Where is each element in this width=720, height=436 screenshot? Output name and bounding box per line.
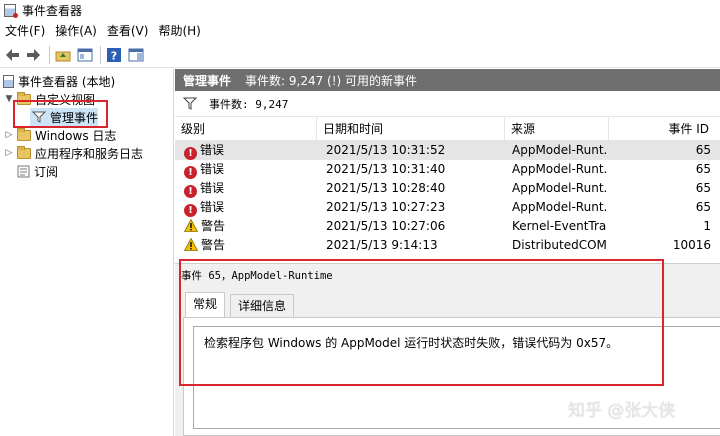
table-row[interactable]: 警告 2021/5/13 9:14:13 DistributedCOM 1001… [175,236,720,255]
folder-icon [17,127,31,141]
level-cell: 警告 [184,236,314,255]
table-row[interactable]: ! 错误 2021/5/13 10:27:23 AppModel-Runt... … [175,198,720,217]
table-row[interactable]: ! 错误 2021/5/13 10:31:52 AppModel-Runt... … [175,141,720,160]
chevron-right-icon[interactable]: ▷ [4,148,14,158]
forward-arrow-icon[interactable] [24,45,44,65]
source-cell: AppModel-Runt... [512,143,607,157]
tree-node-subscriptions[interactable]: 订阅 [17,162,58,180]
tree-node-windows-logs[interactable]: ▷ Windows 日志 [4,126,116,144]
datetime-cell: 2021/5/13 10:31:40 [326,162,446,176]
datetime-cell: 2021/5/13 10:27:23 [326,200,446,214]
tree-node-label: 订阅 [34,164,59,179]
menu-view[interactable]: 查看(V) [102,20,154,42]
source-cell: DistributedCOM [512,238,607,252]
source-cell: AppModel-Runt... [512,181,607,195]
source-cell: AppModel-Runt... [512,162,607,176]
level-cell: ! 错误 [184,141,314,160]
event-id-cell: 65 [695,143,711,157]
toolbar-separator [100,45,101,64]
event-id-cell: 65 [695,200,711,214]
action-pane-icon[interactable] [126,45,146,65]
title-bar: 事件查看器 [0,0,720,20]
window-title: 事件查看器 [22,3,83,18]
event-id-cell: 1 [703,219,711,233]
level-cell: ! 错误 [184,160,314,179]
datetime-cell: 2021/5/13 9:14:13 [326,238,438,252]
level-cell: 警告 [184,217,314,236]
chevron-right-icon[interactable]: ▷ [4,130,14,140]
toolbar-separator [49,45,50,64]
menu-bar: 文件(F) 操作(A) 查看(V) 帮助(H) [0,20,720,42]
tree-node-app-service-logs[interactable]: ▷ 应用程序和服务日志 [4,144,143,162]
event-viewer-node-icon [3,74,14,88]
datetime-cell: 2021/5/13 10:28:40 [326,181,446,195]
event-id-cell: 65 [695,181,711,195]
column-header-datetime[interactable]: 日期和时间 [317,117,505,141]
toolbar: ? [0,42,720,68]
error-icon: ! [184,204,197,217]
event-id-cell: 10016 [672,238,711,252]
tree-node-root[interactable]: 事件查看器 (本地) [3,72,115,90]
table-row[interactable]: ! 错误 2021/5/13 10:31:40 AppModel-Runt... … [175,160,720,179]
column-header-event-id[interactable]: 事件 ID [609,117,715,141]
warning-icon [184,238,198,251]
event-list: ! 错误 2021/5/13 10:31:52 AppModel-Runt... … [175,141,720,255]
filter-icon[interactable] [183,97,197,110]
console-tree-icon[interactable] [75,45,95,65]
level-cell: ! 错误 [184,198,314,217]
watermark: 知乎 @张大侠 [568,401,676,421]
filter-event-count: 事件数: 9,247 [209,97,289,111]
event-pane: 管理事件 事件数: 9,247 (!) 可用的新事件 事件数: 9,247 级别… [175,69,720,436]
event-count-summary: 事件数: 9,247 (!) 可用的新事件 [245,73,418,88]
level-cell: ! 错误 [184,179,314,198]
console-tree: 事件查看器 (本地) ▼ 自定义视图 管理事件 ▷ Windows 日志 ▷ 应… [0,69,174,436]
datetime-cell: 2021/5/13 10:31:52 [326,143,446,157]
column-header-source[interactable]: 来源 [505,117,609,141]
error-icon: ! [184,147,197,160]
subscription-icon [17,165,30,177]
menu-file[interactable]: 文件(F) [0,20,50,42]
tree-node-label: 应用程序和服务日志 [35,146,144,161]
highlight-box [13,100,108,128]
datetime-cell: 2021/5/13 10:27:06 [326,219,446,233]
pane-header: 管理事件 事件数: 9,247 (!) 可用的新事件 [175,69,720,91]
error-icon: ! [184,185,197,198]
source-cell: AppModel-Runt... [512,200,607,214]
folder-icon [17,145,31,159]
filter-bar: 事件数: 9,247 [175,91,720,117]
table-row[interactable]: 警告 2021/5/13 10:27:06 Kernel-EventTra...… [175,217,720,236]
help-icon[interactable]: ? [104,45,124,65]
error-icon: ! [184,166,197,179]
menu-help[interactable]: 帮助(H) [153,20,205,42]
table-row[interactable]: ! 错误 2021/5/13 10:28:40 AppModel-Runt... … [175,179,720,198]
menu-action[interactable]: 操作(A) [50,20,102,42]
event-id-cell: 65 [695,162,711,176]
svg-text:?: ? [111,49,117,62]
warning-icon [184,219,198,232]
tree-node-label: Windows 日志 [35,128,117,143]
folder-up-icon[interactable] [53,45,73,65]
event-viewer-app-icon [4,3,18,18]
back-arrow-icon[interactable] [2,45,22,65]
grid-header: 级别 日期和时间 来源 事件 ID [175,117,720,141]
highlight-box [179,259,664,386]
tree-node-label: 事件查看器 (本地) [18,74,116,89]
source-cell: Kernel-EventTra... [512,219,607,233]
pane-title: 管理事件 [183,73,232,88]
column-header-level[interactable]: 级别 [175,117,317,141]
